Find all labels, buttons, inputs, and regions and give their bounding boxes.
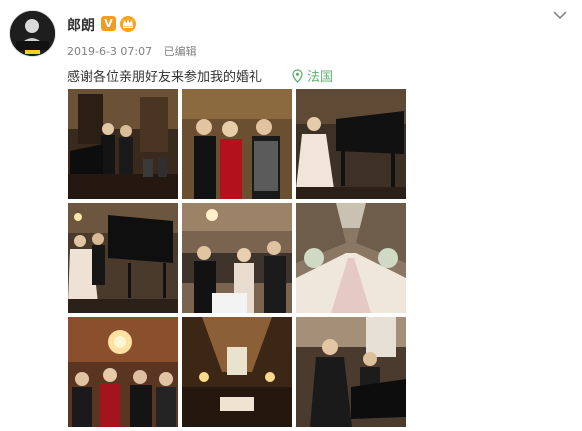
photo-2-couple-with-guest[interactable]	[182, 89, 292, 199]
post-text: 感谢各位亲朋好友来参加我的婚礼	[67, 70, 263, 85]
photo-grid	[68, 89, 406, 428]
avatar[interactable]	[9, 10, 56, 57]
photo-8-palace-gallery[interactable]	[182, 317, 292, 427]
photo-7-guests-under-chandelier[interactable]	[68, 317, 178, 427]
photo-5-hall-with-guests[interactable]	[182, 203, 292, 313]
photo-1-duet-piano-performance[interactable]	[68, 89, 178, 199]
chevron-down-icon[interactable]	[553, 10, 567, 20]
location-link[interactable]: 法国	[292, 66, 333, 85]
photo-4-couple-playing-piano[interactable]	[68, 203, 178, 313]
verified-v-icon: V	[101, 16, 116, 31]
location-label: 法国	[307, 70, 334, 85]
username[interactable]: 郎朗	[67, 15, 95, 35]
edited-label[interactable]: 已编辑	[164, 45, 197, 58]
post-meta: 2019-6-3 07:07 已编辑	[67, 43, 197, 59]
post-timestamp[interactable]: 2019-6-3 07:07	[67, 45, 152, 58]
photo-3-bride-at-piano[interactable]	[296, 89, 406, 199]
crown-member-icon[interactable]	[118, 14, 138, 32]
photo-9-pianist-performing[interactable]	[296, 317, 406, 427]
location-pin-icon	[292, 68, 303, 83]
photo-6-banquet-hall[interactable]	[296, 203, 406, 313]
